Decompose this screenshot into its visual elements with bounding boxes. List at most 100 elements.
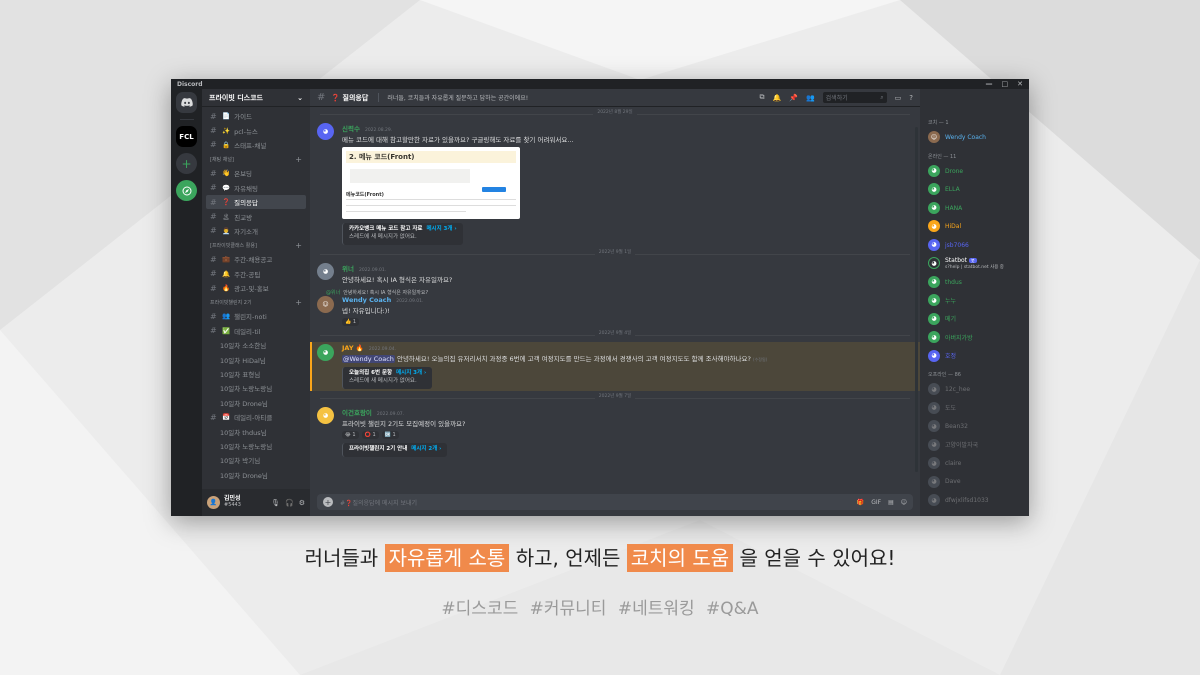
maximize-button[interactable]: □ bbox=[1002, 80, 1009, 88]
thread-preview[interactable]: 오늘의집 6번 문항 메시지 3개 › 스레드에 새 메시지가 없어요. bbox=[342, 366, 433, 389]
bell-icon[interactable]: 🔔 bbox=[773, 94, 782, 102]
message[interactable]: ☺ Wendy Coach 2022.09.01. 넵! 자유입니다:)! 👍 … bbox=[310, 295, 920, 328]
member-item[interactable]: ◕ Dave bbox=[920, 473, 1029, 492]
channel-item[interactable]: 10일차 소소한님 bbox=[206, 338, 306, 352]
add-server-icon[interactable]: + bbox=[176, 153, 197, 174]
user-avatar[interactable]: 👤 bbox=[207, 496, 220, 509]
author-avatar[interactable]: ◕ bbox=[317, 343, 334, 361]
channel-item[interactable]: # 🔥 광고-및-홍보 bbox=[206, 281, 306, 295]
message-composer[interactable]: + #❓질의응답에 메시지 보내기 🎁 GIF ▤ ☺ bbox=[317, 494, 913, 510]
channel-item[interactable]: # 📄 가이드 bbox=[206, 109, 306, 123]
discord-home-icon[interactable] bbox=[176, 92, 197, 113]
gift-icon[interactable]: 🎁 bbox=[857, 499, 864, 506]
channel-category[interactable]: [채팅 채널] + bbox=[206, 152, 306, 166]
reaction-circle[interactable]: ⭕ 1 bbox=[361, 430, 379, 439]
member-item[interactable]: ◕ ELLA bbox=[920, 180, 1029, 199]
channel-category[interactable]: 프라이빗챌린지 2기 + bbox=[206, 295, 306, 309]
search-input[interactable]: 검색하기 ⌕ bbox=[822, 92, 887, 103]
thread-count[interactable]: 메시지 3개 › bbox=[396, 370, 426, 376]
message-author[interactable]: JAY 🔥 bbox=[342, 344, 364, 352]
author-avatar[interactable]: ◕ bbox=[317, 123, 334, 140]
message[interactable]: ◕ 위너 2022.09.01. 안녕하세요! 혹시 IA 형식은 자유일까요? bbox=[310, 261, 920, 286]
scrollbar[interactable] bbox=[915, 127, 918, 472]
inbox-icon[interactable]: ▭ bbox=[895, 94, 902, 102]
minimize-button[interactable]: — bbox=[986, 80, 993, 88]
reaction-ok[interactable]: 🆗 1 bbox=[381, 430, 399, 439]
channel-item[interactable]: 10일차 Drone님 bbox=[206, 468, 306, 482]
members-icon[interactable]: 👥 bbox=[806, 94, 815, 102]
channel-item[interactable]: 10일차 표형님 bbox=[206, 367, 306, 381]
add-channel-icon[interactable]: + bbox=[295, 298, 302, 307]
message[interactable]: ◕ 이건호랑이 2022.09.07. 프라이빗 챌린지 2기도 모집예정이 있… bbox=[310, 405, 920, 459]
thread-preview[interactable]: 프라이빗챌린지 2기 안내 메시지 2개 › bbox=[342, 442, 448, 457]
member-item[interactable]: ◕ 12c_hee bbox=[920, 380, 1029, 399]
reaction-joy[interactable]: 😂 1 bbox=[342, 430, 359, 439]
channel-item[interactable]: # ✅ 데일리-til bbox=[206, 324, 306, 338]
member-item[interactable]: ◕ Drone bbox=[920, 162, 1029, 181]
author-avatar[interactable]: ◕ bbox=[317, 406, 334, 424]
channel-item[interactable]: 10일차 박기님 bbox=[206, 453, 306, 467]
microphone-icon[interactable]: 🎙 bbox=[271, 499, 280, 507]
member-item[interactable]: ☺ Wendy Coach bbox=[920, 128, 1029, 147]
member-item[interactable]: ◕ 호정 bbox=[920, 347, 1029, 366]
channel-item[interactable]: # 💬 자유채팅 bbox=[206, 181, 306, 195]
attach-plus-icon[interactable]: + bbox=[323, 497, 333, 507]
member-item[interactable]: ◕ HiDal bbox=[920, 217, 1029, 236]
member-item[interactable]: ◕ dfwjxlifsd1033 bbox=[920, 491, 1029, 510]
channel-item[interactable]: 10일차 HiDal님 bbox=[206, 352, 306, 366]
member-item[interactable]: ◕ Bean32 bbox=[920, 417, 1029, 436]
close-button[interactable]: ✕ bbox=[1017, 80, 1023, 88]
sticker-icon[interactable]: ▤ bbox=[888, 499, 894, 506]
explore-servers-icon[interactable] bbox=[176, 180, 197, 201]
thread-count[interactable]: 메시지 2개 › bbox=[411, 446, 441, 452]
channel-item[interactable]: # 📅 데일리-아티클 bbox=[206, 410, 306, 424]
channel-item[interactable]: 10일차 Drone님 bbox=[206, 396, 306, 410]
thread-count[interactable]: 메시지 3개 › bbox=[426, 226, 456, 232]
channel-item[interactable]: # 💼 주간-채용공고 bbox=[206, 252, 306, 266]
member-item[interactable]: ◕ jsb7066 bbox=[920, 236, 1029, 255]
member-item[interactable]: ◕ claire bbox=[920, 454, 1029, 473]
message-author[interactable]: Wendy Coach bbox=[342, 296, 391, 304]
channel-item[interactable]: 10일차 thdus님 bbox=[206, 424, 306, 438]
message-author[interactable]: 신력수 bbox=[342, 123, 360, 133]
reaction-thumbs-up[interactable]: 👍 1 bbox=[342, 317, 359, 326]
channel-item[interactable]: # 👥 챌린지-noti bbox=[206, 309, 306, 323]
channel-category[interactable]: [프라이빗클래스 활용] + bbox=[206, 238, 306, 252]
add-channel-icon[interactable]: + bbox=[295, 241, 302, 250]
member-item[interactable]: ◕ 고양이발자국 bbox=[920, 436, 1029, 455]
channel-item[interactable]: # 🔒 스태프-채널 bbox=[206, 138, 306, 152]
channel-item[interactable]: # ❓ 질의응답 bbox=[206, 194, 306, 210]
channel-item[interactable]: 10일차 노랑노랑님 bbox=[206, 439, 306, 453]
reply-reference[interactable]: @위너 안녕하세요! 혹시 IA 형식은 자유일까요? bbox=[326, 289, 920, 296]
channel-item[interactable]: # 🔔 주간-공팁 bbox=[206, 267, 306, 281]
add-channel-icon[interactable]: + bbox=[295, 155, 302, 164]
thread-preview[interactable]: 카카오뱅크 메뉴 코드 참고 자료 메시지 3개 › 스레드에 새 메시지가 없어… bbox=[342, 223, 463, 245]
message-mentioned[interactable]: ◕ JAY 🔥 2022.09.04. @Wendy Coach 안녕하세요! … bbox=[310, 341, 920, 391]
channel-item[interactable]: # ✨ pcl-뉴스 bbox=[206, 123, 306, 137]
user-mention[interactable]: @Wendy Coach bbox=[342, 354, 395, 363]
member-item[interactable]: ◕ Statbot 봇 s?help | statbot.net 사용 중 bbox=[920, 254, 1029, 273]
message[interactable]: ◕ 신력수 2022.08.29. 메뉴 코드에 대해 참고할만한 자료가 있을… bbox=[310, 121, 920, 247]
threads-icon[interactable]: ⧉ bbox=[760, 93, 765, 102]
composer-input[interactable]: #❓질의응답에 메시지 보내기 bbox=[340, 498, 850, 507]
author-avatar[interactable]: ☺ bbox=[317, 295, 334, 313]
emoji-icon[interactable]: ☺ bbox=[901, 499, 907, 506]
member-item[interactable]: ◕ thdus bbox=[920, 273, 1029, 292]
attached-image[interactable]: 2. 메뉴 코드(Front) 메뉴코드(Front) bbox=[342, 147, 520, 219]
gif-icon[interactable]: GIF bbox=[871, 499, 881, 506]
pin-icon[interactable]: 📌 bbox=[789, 94, 798, 102]
channel-item[interactable]: 10일차 노랑노랑님 bbox=[206, 381, 306, 395]
help-icon[interactable]: ? bbox=[909, 94, 913, 102]
server-header[interactable]: 프라이빗 디스코드 ⌄ bbox=[202, 89, 310, 107]
gear-icon[interactable]: ⚙ bbox=[299, 499, 305, 507]
member-item[interactable]: ◕ 도도 bbox=[920, 399, 1029, 418]
headphones-icon[interactable]: 🎧 bbox=[285, 499, 294, 507]
member-item[interactable]: ◕ 아버지가방 bbox=[920, 328, 1029, 347]
message-author[interactable]: 위너 bbox=[342, 263, 354, 273]
channel-item[interactable]: # 👨‍💼 자기소개 bbox=[206, 224, 306, 238]
message-author[interactable]: 이건호랑이 bbox=[342, 407, 372, 417]
member-item[interactable]: ◕ 누누 bbox=[920, 291, 1029, 310]
member-item[interactable]: ◕ 메기 bbox=[920, 310, 1029, 329]
server-icon-fcl[interactable]: FCL bbox=[176, 126, 197, 147]
channel-item[interactable]: # 👋 온보딩 bbox=[206, 166, 306, 180]
